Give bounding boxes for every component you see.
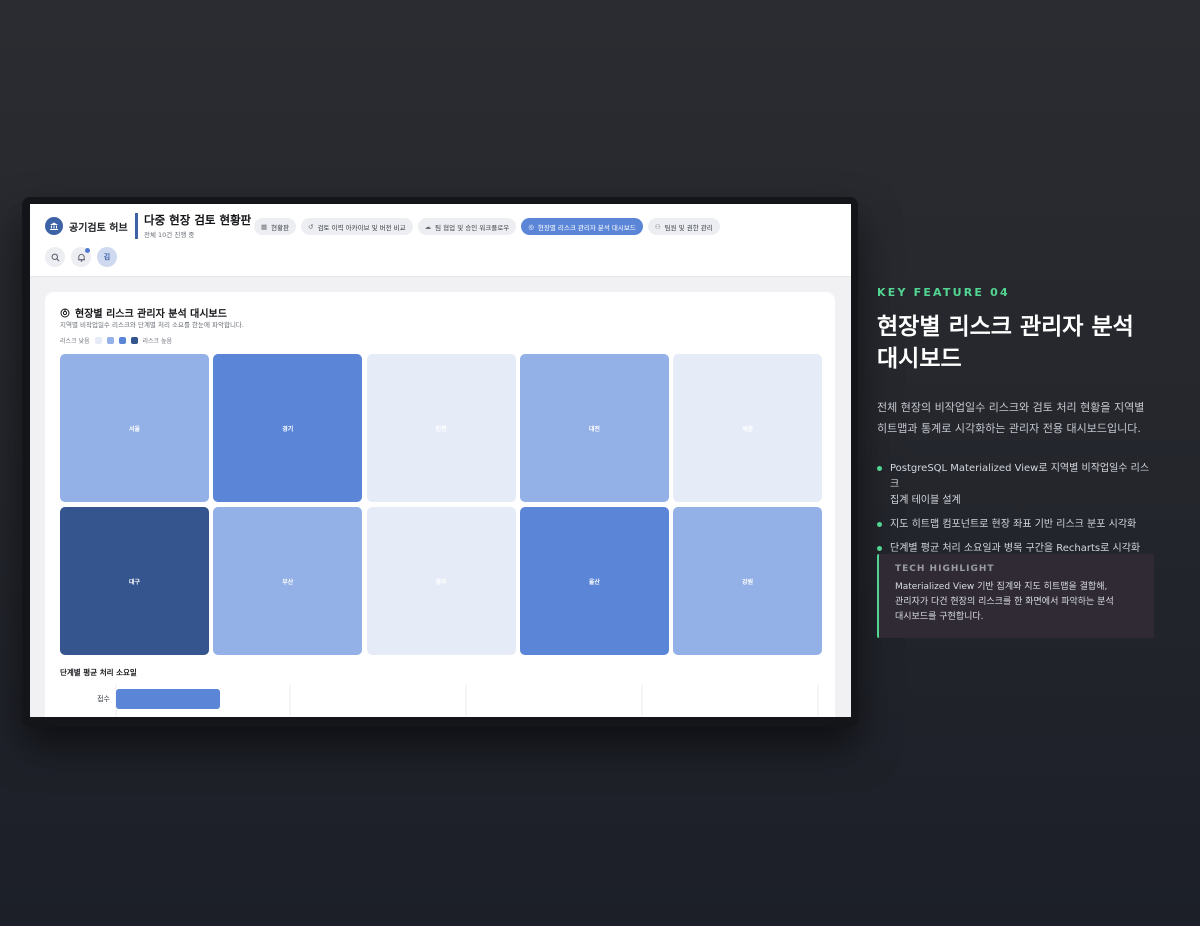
stage-duration-chart: 접수: [97, 685, 819, 717]
toolbar: 김: [45, 247, 117, 267]
heatmap-cell-label: 대전: [588, 425, 600, 433]
tab-label: 검토 이력 아카이브 및 버전 비교: [317, 223, 406, 232]
heatmap-cell-label: 세종: [742, 425, 754, 433]
legend-high-label: 리스크 높음: [142, 338, 173, 345]
building-icon: [45, 217, 63, 235]
users-icon: ⚇: [654, 222, 661, 231]
avatar[interactable]: 김: [97, 247, 117, 267]
tech-highlight: TECH HIGHLIGHT Materialized View 기반 집계와 …: [877, 554, 1154, 638]
bar-chart-title: 단계별 평균 처리 소요일: [60, 668, 137, 677]
heatmap-cell[interactable]: 세종: [673, 354, 823, 502]
risk-dashboard-card: 현장별 리스크 관리자 분석 대시보드 지역별 비작업일수 리스크와 단계별 처…: [45, 292, 835, 717]
brand-name: 공기검토 허브: [69, 222, 128, 234]
stage-bar[interactable]: [116, 689, 220, 709]
top-bar: 공기검토 허브 다중 현장 검토 현황판 전체 10건 진행 중 ▦ 현황판 ↺…: [30, 204, 851, 277]
page-subtitle: 전체 10건 진행 중: [144, 231, 195, 239]
description-line: 전체 현장의 비작업일수 리스크와 검토 처리 현황을 지역별: [877, 401, 1145, 414]
tab-team-workflow[interactable]: ☁ 팀 협업 및 승인 워크플로우: [417, 218, 517, 235]
heatmap-cell-label: 대구: [128, 578, 141, 586]
heatmap-cell[interactable]: 울산: [519, 507, 669, 655]
feature-kicker: KEY FEATURE 04: [877, 286, 1010, 299]
legend-swatch-4: [130, 337, 138, 344]
heatmap-cell-label: 부산: [282, 578, 294, 586]
feature-headline: 현장별 리스크 관리자 분석 대시보드: [877, 311, 1167, 375]
notification-button[interactable]: [71, 247, 91, 267]
risk-legend: 리스크 낮음 리스크 높음: [60, 336, 172, 345]
tab-risk-dashboard[interactable]: ◎ 현장별 리스크 관리자 분석 대시보드: [521, 218, 643, 235]
team-icon: ☁: [424, 222, 432, 231]
region-heatmap: 서울 경기 인천 대전 세종대구 부산 광주 울산 강원: [60, 354, 823, 657]
tech-line: Materialized View 기반 집계와 지도 히트맵을 결합해,: [895, 582, 1108, 592]
heatmap-cell[interactable]: 부산: [213, 507, 363, 655]
tab-dashboard[interactable]: ▦ 현황판: [254, 218, 297, 235]
bullet-line: 지도 히트맵 컴포넌트로 현장 좌표 기반 리스크 분포 시각화: [890, 519, 1137, 530]
heatmap-cell-label: 인천: [435, 425, 447, 433]
bullet-line: 집계 테이블 설계: [890, 495, 961, 506]
bar-row-label: 접수: [97, 695, 110, 703]
heatmap-cell[interactable]: 강원: [673, 507, 823, 655]
brand[interactable]: 공기검토 허브: [45, 217, 128, 235]
bullet-line: PostgreSQL Materialized View로 지역별 비작업일수 …: [890, 463, 1150, 490]
tech-highlight-label: TECH HIGHLIGHT: [895, 564, 995, 574]
legend-low-label: 리스크 낮음: [60, 338, 90, 345]
analytics-icon: [60, 308, 70, 317]
headline-line: 대시보드: [877, 346, 962, 372]
dashboard-icon: ▦: [261, 222, 268, 231]
legend-swatch-2: [106, 337, 114, 344]
legend-swatch-1: [94, 337, 102, 344]
app-screen: 공기검토 허브 다중 현장 검토 현황판 전체 10건 진행 중 ▦ 현황판 ↺…: [30, 204, 851, 717]
heatmap-cell-label: 울산: [588, 578, 600, 586]
headline-line: 현장별 리스크 관리자 분석: [877, 314, 1134, 340]
tab-members-permissions[interactable]: ⚇ 팀원 및 권한 관리: [647, 218, 720, 235]
bullet-dot-icon: [877, 466, 882, 471]
description-line: 히트맵과 통계로 시각화하는 관리자 전용 대시보드입니다.: [877, 422, 1141, 435]
feature-bullet: 지도 히트맵 컴포넌트로 현장 좌표 기반 리스크 분포 시각화: [877, 517, 1157, 533]
analytics-icon: ◎: [528, 222, 534, 231]
heatmap-cell[interactable]: 대전: [519, 354, 669, 502]
notification-dot: [85, 248, 90, 253]
heatmap-cell[interactable]: 광주: [366, 507, 516, 655]
search-icon: [51, 253, 59, 261]
history-icon: ↺: [308, 222, 314, 231]
tech-line: 대시보드를 구현합니다.: [895, 612, 984, 622]
feature-description: 전체 현장의 비작업일수 리스크와 검토 처리 현황을 지역별 히트맵과 통계로…: [877, 397, 1157, 439]
tab-history-archive[interactable]: ↺ 검토 이력 아카이브 및 버전 비교: [301, 218, 413, 235]
legend-swatch-3: [118, 337, 126, 344]
nav-tabs: ▦ 현황판 ↺ 검토 이력 아카이브 및 버전 비교 ☁ 팀 협업 및 승인 워…: [254, 218, 720, 235]
heatmap-cell-label: 서울: [128, 425, 141, 433]
heatmap-cell-label: 광주: [435, 578, 447, 586]
heatmap-cell[interactable]: 인천: [366, 354, 516, 502]
heatmap-cell[interactable]: 대구: [60, 507, 209, 655]
heatmap-cell[interactable]: 서울: [60, 354, 209, 502]
page-title: 다중 현장 검토 현황판: [144, 213, 252, 227]
bell-icon: [77, 253, 85, 262]
card-subtitle: 지역별 비작업일수 리스크와 단계별 처리 소요를 한눈에 파악합니다.: [60, 321, 244, 329]
tab-label: 팀 협업 및 승인 워크플로우: [435, 223, 510, 232]
tab-label: 현황판: [271, 223, 290, 232]
tech-highlight-text: Materialized View 기반 집계와 지도 히트맵을 결합해, 관리…: [895, 580, 1154, 625]
card-header: 현장별 리스크 관리자 분석 대시보드: [60, 305, 227, 320]
feature-panel: KEY FEATURE 04 현장별 리스크 관리자 분석 대시보드 전체 현장…: [877, 286, 1167, 638]
tech-line: 관리자가 다건 현장의 리스크를 한 화면에서 파악하는 분석: [895, 597, 1114, 607]
page-heading: 다중 현장 검토 현황판 전체 10건 진행 중: [135, 213, 251, 239]
tab-label: 팀원 및 권한 관리: [664, 223, 713, 232]
search-button[interactable]: [45, 247, 65, 267]
heatmap-cell-label: 강원: [742, 578, 754, 586]
feature-bullet: PostgreSQL Materialized View로 지역별 비작업일수 …: [877, 461, 1157, 509]
card-title: 현장별 리스크 관리자 분석 대시보드: [75, 309, 227, 320]
bullet-dot-icon: [877, 522, 882, 527]
heatmap-cell-label: 경기: [282, 425, 294, 433]
bullet-dot-icon: [877, 546, 882, 551]
tab-label: 현장별 리스크 관리자 분석 대시보드: [537, 223, 636, 232]
heatmap-cell[interactable]: 경기: [213, 354, 363, 502]
feature-bullets: PostgreSQL Materialized View로 지역별 비작업일수 …: [877, 461, 1167, 557]
